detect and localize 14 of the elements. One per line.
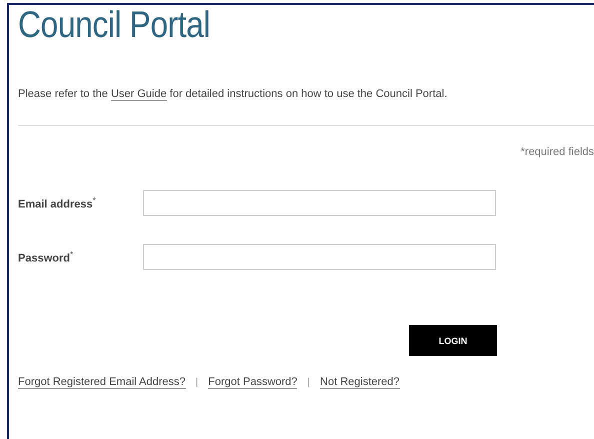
user-guide-link[interactable]: User Guide [110, 88, 167, 101]
footer-link[interactable]: Forgot Registered Email Address? [18, 376, 186, 389]
link-separator: | [307, 377, 310, 388]
field-label: Email address$^{*}$ [18, 196, 97, 210]
page-title: Council Portal [18, 5, 210, 45]
login-button[interactable]: LOGIN [409, 325, 497, 356]
footer-link[interactable]: Forgot Password? [208, 376, 298, 389]
input-field[interactable] [143, 244, 496, 270]
link-separator: | [196, 377, 198, 388]
required-note: *required fields [520, 146, 594, 158]
footer-link[interactable]: Not Registered? [320, 376, 400, 389]
intro-text: Please refer to the User Guide for detailed instructions on how to use the Council Portal. [18, 88, 448, 100]
input-field[interactable] [143, 190, 496, 216]
field-label: Password$^{*}$ [18, 250, 74, 264]
